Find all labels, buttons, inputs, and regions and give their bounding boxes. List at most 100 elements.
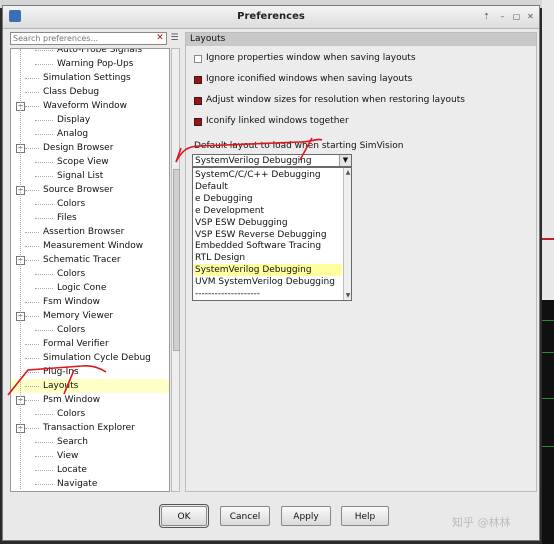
- tree-item[interactable]: Class Debug: [11, 85, 169, 99]
- tree-connector: [25, 386, 39, 387]
- shade-icon[interactable]: ⇡: [481, 11, 492, 22]
- tree-connector: [25, 78, 39, 79]
- tree-connector: [35, 218, 53, 219]
- title-bar[interactable]: Preferences ⇡ – ▢ ✕: [3, 6, 539, 29]
- tree-item-label: Scope View: [57, 157, 109, 167]
- dropdown-option[interactable]: SystemC/C/C++ Debugging: [194, 169, 342, 181]
- tree-item[interactable]: Search: [11, 435, 169, 449]
- tree-connector: [35, 120, 53, 121]
- dropdown-option[interactable]: e Debugging: [194, 193, 342, 205]
- search-box: ✕: [10, 32, 167, 45]
- dropdown-option[interactable]: Default: [194, 181, 342, 193]
- tree-item-label: View: [57, 451, 79, 461]
- tree-item-label: Psm Window: [43, 395, 101, 405]
- tree-item-label: Warning Pop-Ups: [57, 59, 134, 69]
- tree-item[interactable]: Fsm Window: [11, 295, 169, 309]
- tree-connector: [25, 190, 39, 191]
- background-waveform: [542, 300, 554, 544]
- scroll-up-icon[interactable]: ▲: [344, 168, 351, 177]
- default-layout-select[interactable]: SystemVerilog Debugging ▼: [192, 154, 352, 167]
- layouts-panel: Layouts Ignore properties window when sa…: [185, 32, 537, 492]
- minimize-icon[interactable]: –: [497, 11, 508, 22]
- waveform-marker: [542, 238, 554, 240]
- tree-item-label: Design Browser: [43, 143, 114, 153]
- tree-item[interactable]: − Waveform Window: [11, 99, 169, 113]
- tree-item[interactable]: Layouts: [11, 379, 169, 393]
- clear-search-icon[interactable]: ✕: [155, 33, 165, 44]
- tree-item[interactable]: − Psm Window: [11, 393, 169, 407]
- tree-item-label: Fsm Window: [43, 297, 100, 307]
- tree-item[interactable]: Auto-Probe Signals: [11, 49, 169, 57]
- tree-connector: [35, 442, 53, 443]
- maximize-icon[interactable]: ▢: [511, 11, 522, 22]
- preferences-tree: Auto-Probe Signals Warning Pop-Ups Simulat…: [10, 48, 170, 492]
- tree-item[interactable]: Simulation Cycle Debug: [11, 351, 169, 365]
- tree-connector: [35, 64, 53, 65]
- tree-connector: [35, 50, 53, 51]
- tree-connector: [35, 330, 53, 331]
- tree-item[interactable]: Formal Verifier: [11, 337, 169, 351]
- tree-item[interactable]: Colors: [11, 323, 169, 337]
- tree-scrollbar[interactable]: [171, 48, 180, 492]
- tree-connector: [35, 484, 53, 485]
- tree-item[interactable]: Colors: [11, 407, 169, 421]
- cancel-button[interactable]: Cancel: [220, 506, 270, 526]
- tree-item[interactable]: Display: [11, 113, 169, 127]
- scroll-down-icon[interactable]: ▼: [344, 291, 351, 300]
- apply-button[interactable]: Apply: [281, 506, 331, 526]
- checkbox[interactable]: [194, 55, 202, 63]
- ok-button[interactable]: OK: [159, 504, 209, 528]
- close-icon[interactable]: ✕: [525, 11, 536, 22]
- selected-layout: SystemVerilog Debugging: [195, 156, 312, 166]
- tree-item[interactable]: Navigate: [11, 477, 169, 491]
- tree-item[interactable]: Simulation Settings: [11, 71, 169, 85]
- tree-item[interactable]: Plug-Ins: [11, 365, 169, 379]
- tree-item-label: Logic Cone: [57, 283, 107, 293]
- tree-item[interactable]: Analog: [11, 127, 169, 141]
- tree-item[interactable]: Files: [11, 211, 169, 225]
- tree-item[interactable]: Logic Cone: [11, 281, 169, 295]
- waveform-trace: [542, 352, 554, 353]
- dropdown-scrollbar[interactable]: ▲ ▼: [343, 168, 351, 300]
- tree-item[interactable]: Colors: [11, 267, 169, 281]
- dropdown-option[interactable]: --------------------: [194, 288, 342, 300]
- tree-item[interactable]: Measurement Window: [11, 239, 169, 253]
- panel-header: Layouts: [186, 33, 536, 46]
- tree-item[interactable]: − Memory Viewer: [11, 309, 169, 323]
- tree-item[interactable]: Scope View: [11, 155, 169, 169]
- tree-item[interactable]: View: [11, 449, 169, 463]
- checkbox[interactable]: [194, 76, 202, 84]
- tree-item[interactable]: Warning Pop-Ups: [11, 57, 169, 71]
- tree-item[interactable]: Colors: [11, 197, 169, 211]
- dropdown-option[interactable]: Embedded Software Tracing: [194, 240, 342, 252]
- tree-item[interactable]: Locate: [11, 463, 169, 477]
- checkbox[interactable]: [194, 118, 202, 126]
- dropdown-option[interactable]: RTL Design: [194, 252, 342, 264]
- tree-connector: [25, 92, 39, 93]
- tree-item[interactable]: Assertion Browser: [11, 225, 169, 239]
- dropdown-option[interactable]: UVM SystemVerilog Debugging: [194, 276, 342, 288]
- filter-icon[interactable]: ☰: [169, 32, 180, 45]
- search-input[interactable]: [13, 33, 153, 44]
- tree-connector: [35, 204, 53, 205]
- help-button[interactable]: Help: [341, 506, 389, 526]
- dropdown-option[interactable]: SystemVerilog Debugging: [194, 264, 342, 277]
- checkbox[interactable]: [194, 97, 202, 105]
- tree-connector: [35, 162, 53, 163]
- preferences-tree-pane: ✕ ☰ Auto-Probe Signals Warning Pop-Ups Sim…: [10, 32, 182, 492]
- chevron-down-icon[interactable]: ▼: [339, 155, 351, 166]
- option-label: Iconify linked windows together: [206, 116, 349, 126]
- scrollbar-thumb[interactable]: [173, 169, 180, 351]
- tree-item[interactable]: Signal List: [11, 169, 169, 183]
- tree-connector: [35, 274, 53, 275]
- tree-item-label: Colors: [57, 409, 86, 419]
- tree-item[interactable]: − Source Browser: [11, 183, 169, 197]
- tree-item-label: Memory Viewer: [43, 311, 114, 321]
- dropdown-option[interactable]: e Development: [194, 205, 342, 217]
- tree-item[interactable]: − Schematic Tracer: [11, 253, 169, 267]
- tree-connector: [35, 414, 53, 415]
- dropdown-option[interactable]: VSP ESW Reverse Debugging: [194, 229, 342, 241]
- dropdown-option[interactable]: VSP ESW Debugging: [194, 217, 342, 229]
- tree-item[interactable]: − Design Browser: [11, 141, 169, 155]
- tree-item[interactable]: − Transaction Explorer: [11, 421, 169, 435]
